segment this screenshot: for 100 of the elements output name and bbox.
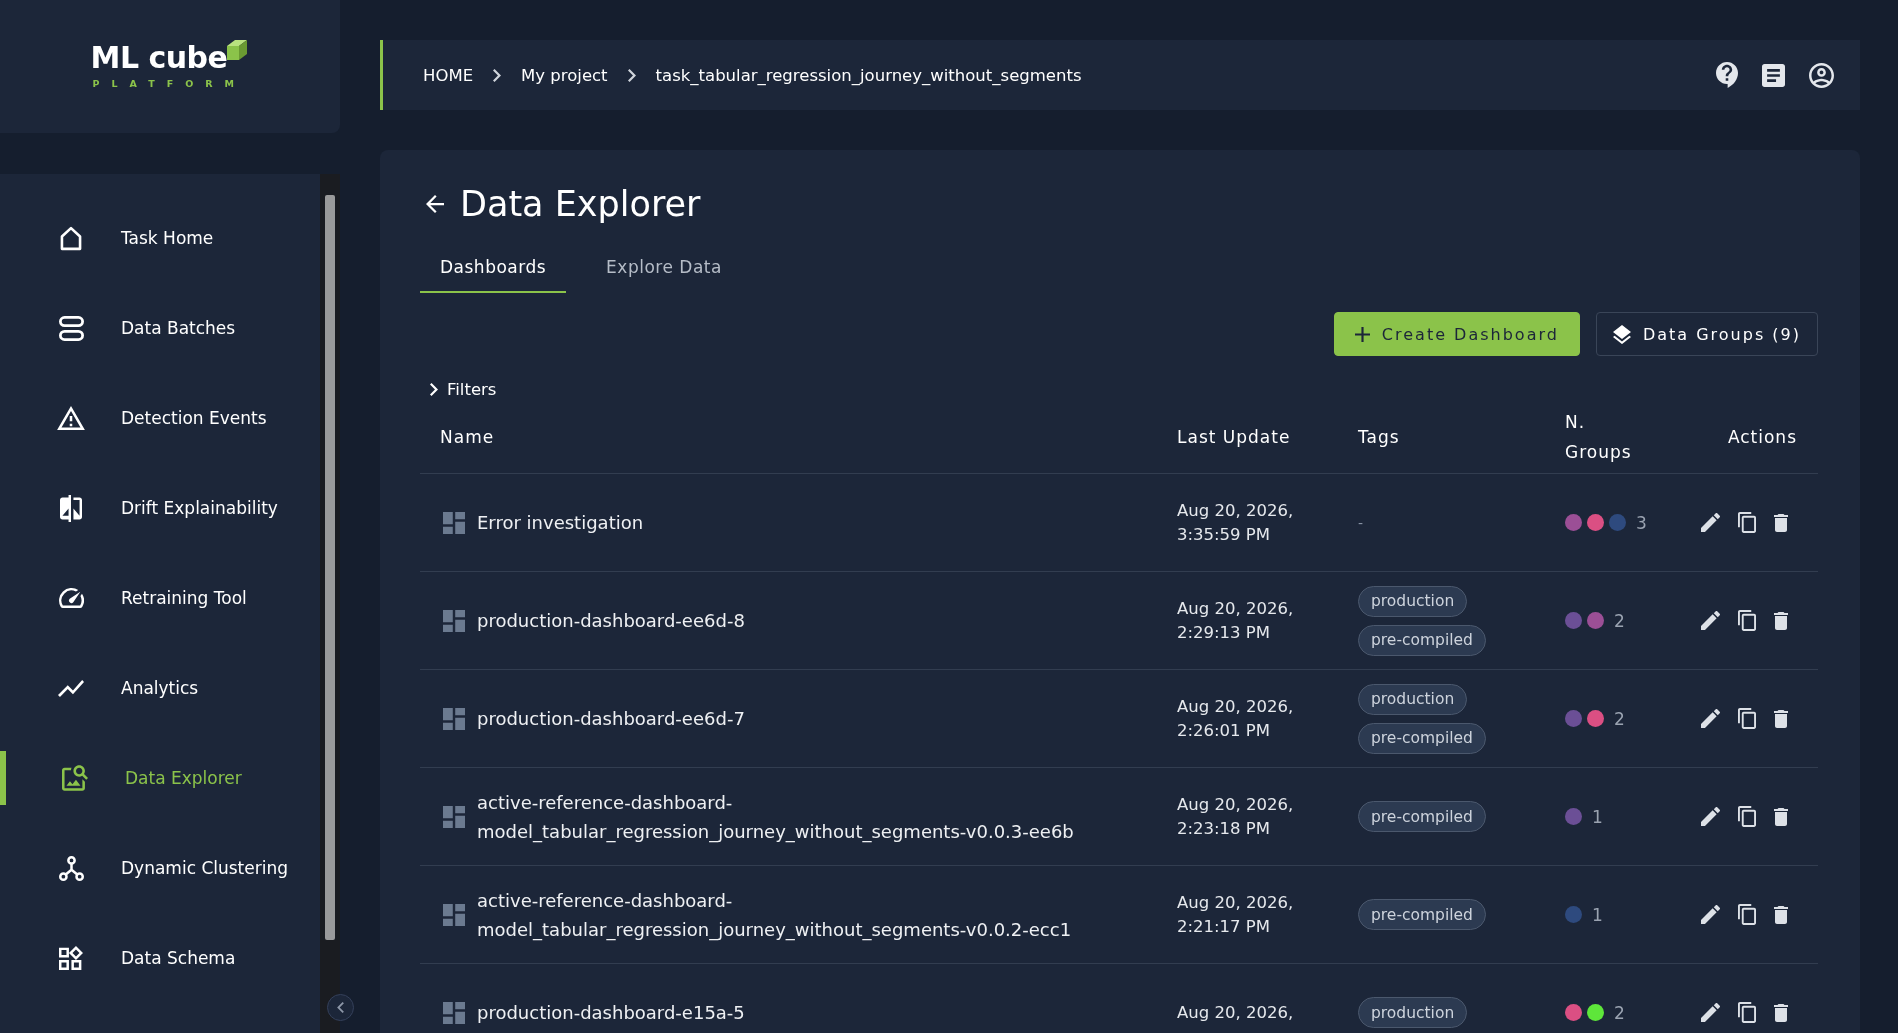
trash-icon bbox=[1774, 709, 1788, 728]
last-update-text: Aug 20, 2026, 3:35:59 PM bbox=[1177, 499, 1295, 546]
dashboard-name[interactable]: production-dashboard-e15a-5 bbox=[477, 998, 745, 1027]
sidebar-item[interactable]: Drift Explainability bbox=[0, 481, 320, 535]
help-icon[interactable] bbox=[1716, 62, 1738, 88]
home-icon bbox=[60, 225, 82, 251]
compare-icon bbox=[60, 494, 82, 522]
chevron-right-icon bbox=[627, 68, 636, 82]
gauge-icon bbox=[58, 588, 84, 608]
back-button[interactable] bbox=[426, 195, 444, 213]
breadcrumb-link[interactable]: task_tabular_regression_journey_without_segments bbox=[655, 65, 1082, 85]
delete-button[interactable] bbox=[1774, 611, 1788, 630]
duplicate-button[interactable] bbox=[1738, 904, 1756, 925]
account-icon[interactable] bbox=[1809, 62, 1834, 88]
column-header: Name bbox=[439, 426, 495, 449]
edit-button[interactable] bbox=[1701, 611, 1720, 630]
logo-cube-icon bbox=[225, 38, 250, 62]
dashboard-name[interactable]: production-dashboard-ee6d-8 bbox=[477, 606, 745, 635]
duplicate-button[interactable] bbox=[1738, 610, 1756, 631]
tag: pre-compiled bbox=[1358, 624, 1486, 656]
duplicate-button[interactable] bbox=[1738, 1002, 1756, 1023]
edit-button[interactable] bbox=[1701, 807, 1720, 826]
tab[interactable]: Explore Data bbox=[586, 243, 742, 293]
scrollbar-thumb[interactable] bbox=[325, 195, 335, 940]
column-header: Actions bbox=[1727, 426, 1797, 449]
sidebar-item[interactable]: Data Batches bbox=[0, 301, 320, 355]
duplicate-button[interactable] bbox=[1738, 708, 1756, 729]
breadcrumb-link[interactable]: My project bbox=[521, 65, 608, 85]
page-title: Data Explorer bbox=[460, 183, 701, 226]
plus-icon bbox=[1354, 326, 1370, 342]
sidebar-item[interactable]: Retraining Tool bbox=[0, 571, 320, 625]
arrow-left-icon bbox=[426, 195, 444, 213]
sidebar-item[interactable]: Data Schema bbox=[0, 931, 320, 985]
sidebar-item[interactable]: Detection Events bbox=[0, 391, 320, 445]
delete-button[interactable] bbox=[1774, 709, 1788, 728]
empty-tags-text: - bbox=[1358, 514, 1364, 531]
document-icon[interactable] bbox=[1762, 63, 1785, 87]
dashboard-icon bbox=[443, 707, 465, 730]
duplicate-button[interactable] bbox=[1738, 806, 1756, 827]
network-icon bbox=[58, 855, 84, 881]
dashboard-icon bbox=[443, 805, 465, 828]
column-header: N. Groups bbox=[1565, 411, 1633, 464]
delete-button[interactable] bbox=[1774, 905, 1788, 924]
edit-button[interactable] bbox=[1701, 905, 1720, 924]
edit-button[interactable] bbox=[1701, 513, 1720, 532]
breadcrumb-link[interactable]: HOME bbox=[423, 65, 474, 85]
copy-icon bbox=[1738, 1002, 1756, 1023]
dashboard-name[interactable]: active-reference-dashboard-model_tabular_regression_journey_without_segments-v0.0.2-ecc1 bbox=[477, 885, 1157, 944]
group-count: 3 bbox=[1636, 512, 1647, 533]
tag: production bbox=[1358, 585, 1468, 617]
edit-button[interactable] bbox=[1701, 709, 1720, 728]
dashboard-name[interactable]: production-dashboard-ee6d-7 bbox=[477, 704, 745, 733]
sidebar-item[interactable]: Dynamic Clustering bbox=[0, 841, 320, 895]
create-button[interactable]: Create Dashboard bbox=[1333, 312, 1580, 356]
tag: pre-compiled bbox=[1358, 801, 1486, 832]
dashboard-name[interactable]: Error investigation bbox=[477, 508, 644, 537]
chevron-right-icon bbox=[493, 68, 502, 82]
delete-button[interactable] bbox=[1774, 513, 1788, 532]
trash-icon bbox=[1774, 1003, 1788, 1022]
dashboard-icon bbox=[443, 1001, 465, 1024]
group-count: 1 bbox=[1592, 904, 1603, 925]
copy-icon bbox=[1738, 610, 1756, 631]
tab[interactable]: Dashboards bbox=[420, 243, 567, 293]
sidebar-item[interactable]: Task Home bbox=[0, 211, 320, 265]
sidebar-item[interactable]: Analytics bbox=[0, 661, 320, 715]
dashboard-icon bbox=[443, 609, 465, 632]
edit-button[interactable] bbox=[1701, 1003, 1720, 1022]
group-count: 2 bbox=[1614, 708, 1625, 729]
chevron-left-icon bbox=[337, 1002, 344, 1013]
pencil-icon bbox=[1701, 709, 1720, 728]
pencil-icon bbox=[1701, 1003, 1720, 1022]
dashboard-icon bbox=[443, 903, 465, 926]
dashboard-icon bbox=[443, 511, 465, 534]
trash-icon bbox=[1774, 611, 1788, 630]
group-count: 1 bbox=[1592, 806, 1603, 827]
column-header: Tags bbox=[1358, 426, 1401, 449]
stacked-bars-icon bbox=[58, 315, 84, 341]
data-groups-button[interactable]: Data Groups (9) bbox=[1595, 312, 1818, 356]
warning-icon bbox=[57, 406, 85, 430]
tag: production bbox=[1358, 997, 1468, 1028]
dashboard-name[interactable]: active-reference-dashboard-model_tabular_regression_journey_without_segments-v0.0.3-ee6b bbox=[477, 787, 1157, 846]
widgets-icon bbox=[59, 946, 83, 970]
delete-button[interactable] bbox=[1774, 1003, 1788, 1022]
pencil-icon bbox=[1701, 513, 1720, 532]
copy-icon bbox=[1738, 806, 1756, 827]
duplicate-button[interactable] bbox=[1738, 512, 1756, 533]
last-update-text: Aug 20, 2026, 2:26:01 PM bbox=[1177, 695, 1295, 742]
logo-tagline: PLATFORM bbox=[91, 78, 246, 89]
delete-button[interactable] bbox=[1774, 807, 1788, 826]
copy-icon bbox=[1738, 708, 1756, 729]
image-search-icon bbox=[62, 765, 88, 791]
pencil-icon bbox=[1701, 905, 1720, 924]
pencil-icon bbox=[1701, 807, 1720, 826]
last-update-text: Aug 20, 2026, 2:23:18 PM bbox=[1177, 793, 1295, 840]
group-count: 2 bbox=[1614, 1002, 1625, 1023]
trash-icon bbox=[1774, 905, 1788, 924]
group-count: 2 bbox=[1614, 610, 1625, 631]
filters-toggle[interactable]: Filters bbox=[420, 377, 497, 401]
trash-icon bbox=[1774, 513, 1788, 532]
pencil-icon bbox=[1701, 611, 1720, 630]
